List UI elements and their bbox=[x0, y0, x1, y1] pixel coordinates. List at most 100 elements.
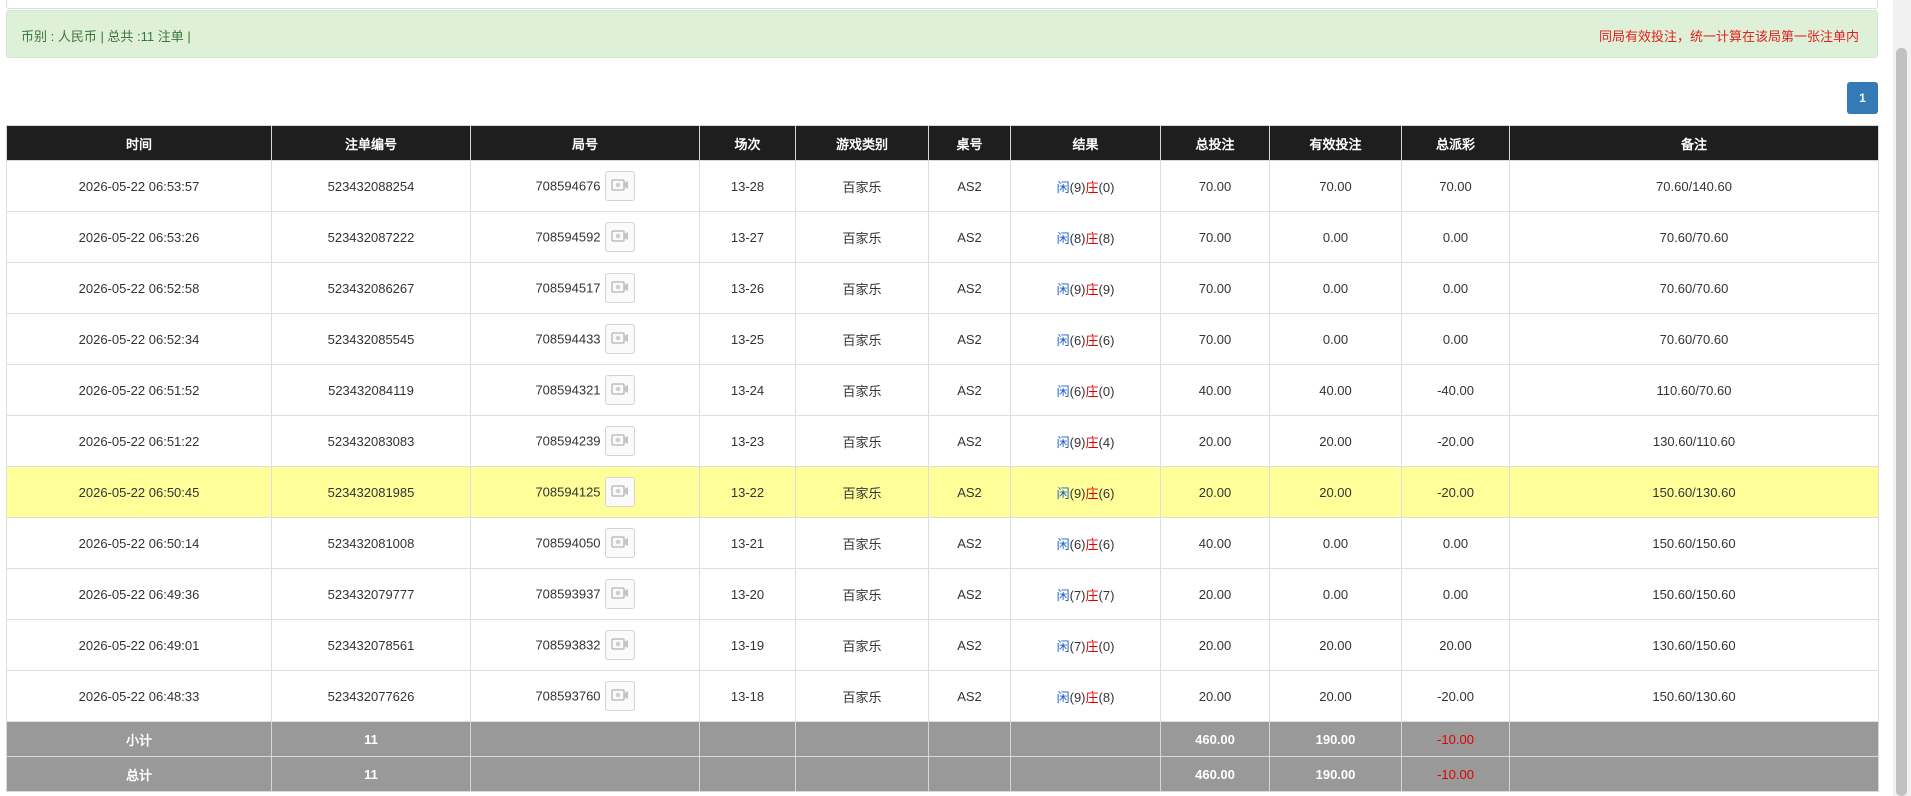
cell-note: 70.60/140.60 bbox=[1509, 160, 1879, 212]
banker-score: (8) bbox=[1098, 689, 1115, 705]
cell-game-type: 百家乐 bbox=[795, 670, 929, 722]
col-header-time: 时间 bbox=[6, 125, 272, 161]
cell-round: 708593937 bbox=[470, 568, 700, 620]
pagination-page-button[interactable]: 1 bbox=[1847, 82, 1878, 114]
replay-video-icon[interactable] bbox=[604, 579, 635, 609]
round-number: 708594592 bbox=[535, 229, 601, 245]
cell-total-bet: 20.00 bbox=[1160, 619, 1270, 671]
player-score: (9) bbox=[1069, 179, 1086, 195]
cell-total-bet: 70.00 bbox=[1160, 211, 1270, 263]
replay-video-icon[interactable] bbox=[604, 222, 635, 252]
grand-total-payout: -10.00 bbox=[1401, 756, 1510, 792]
banker-score: (6) bbox=[1098, 536, 1115, 552]
subtotal-label: 小计 bbox=[6, 721, 272, 757]
cell-result: 闲(6)庄(6) bbox=[1010, 313, 1161, 365]
round-number: 708594517 bbox=[535, 280, 601, 296]
player-score: (7) bbox=[1069, 587, 1086, 603]
table-row: 2026-05-22 06:49:01 523432078561 708593832… bbox=[6, 619, 1879, 671]
banker-label: 庄 bbox=[1085, 689, 1099, 705]
cell-round: 708594239 bbox=[470, 415, 700, 467]
cell-game-type: 百家乐 bbox=[795, 517, 929, 569]
player-score: (7) bbox=[1069, 638, 1086, 654]
banker-label: 庄 bbox=[1085, 434, 1099, 450]
cell-note: 130.60/110.60 bbox=[1509, 415, 1879, 467]
scrollbar-thumb[interactable] bbox=[1896, 48, 1907, 796]
replay-video-icon[interactable] bbox=[604, 528, 635, 558]
cell-valid-bet: 0.00 bbox=[1269, 211, 1402, 263]
cell-note: 70.60/70.60 bbox=[1509, 262, 1879, 314]
cell-table-no: AS2 bbox=[928, 517, 1011, 569]
replay-video-icon[interactable] bbox=[604, 375, 635, 405]
cell-bet-id: 523432088254 bbox=[271, 160, 471, 212]
replay-video-icon[interactable] bbox=[604, 273, 635, 303]
replay-video-icon[interactable] bbox=[604, 324, 635, 354]
cell-bet-id: 523432081008 bbox=[271, 517, 471, 569]
player-score: (9) bbox=[1069, 434, 1086, 450]
table-row: 2026-05-22 06:53:57 523432088254 708594676… bbox=[6, 160, 1879, 212]
summary-alert: 币别 : 人民币 | 总共 :11 注单 | 同局有效投注，统一计算在该局第一张… bbox=[6, 10, 1878, 58]
table-row: 2026-05-22 06:52:34 523432085545 708594433… bbox=[6, 313, 1879, 365]
round-number: 708593832 bbox=[535, 637, 601, 653]
player-label: 闲 bbox=[1056, 587, 1070, 603]
round-number: 708593937 bbox=[535, 586, 601, 602]
cell-game-type: 百家乐 bbox=[795, 211, 929, 263]
banker-score: (6) bbox=[1098, 485, 1115, 501]
cell-note: 110.60/70.60 bbox=[1509, 364, 1879, 416]
cell-payout: -40.00 bbox=[1401, 364, 1510, 416]
replay-video-icon[interactable] bbox=[604, 477, 635, 507]
cell-time: 2026-05-22 06:48:33 bbox=[6, 670, 272, 722]
empty-cell bbox=[1509, 756, 1879, 792]
cell-valid-bet: 70.00 bbox=[1269, 160, 1402, 212]
subtotal-total-bet: 460.00 bbox=[1160, 721, 1270, 757]
player-score: (9) bbox=[1069, 281, 1086, 297]
player-label: 闲 bbox=[1056, 638, 1070, 654]
cell-payout: 0.00 bbox=[1401, 517, 1510, 569]
table-row: 2026-05-22 06:51:22 523432083083 708594239… bbox=[6, 415, 1879, 467]
cell-result: 闲(7)庄(0) bbox=[1010, 619, 1161, 671]
cell-time: 2026-05-22 06:51:52 bbox=[6, 364, 272, 416]
cell-table-no: AS2 bbox=[928, 364, 1011, 416]
replay-video-icon[interactable] bbox=[604, 630, 635, 660]
cell-total-bet: 20.00 bbox=[1160, 415, 1270, 467]
banker-label: 庄 bbox=[1085, 638, 1099, 654]
empty-cell bbox=[928, 756, 1011, 792]
player-label: 闲 bbox=[1056, 485, 1070, 501]
cell-game-type: 百家乐 bbox=[795, 568, 929, 620]
replay-video-icon[interactable] bbox=[604, 171, 635, 201]
cell-session: 13-21 bbox=[699, 517, 796, 569]
vertical-scrollbar[interactable] bbox=[1893, 0, 1911, 796]
banker-score: (0) bbox=[1098, 383, 1115, 399]
cell-total-bet: 20.00 bbox=[1160, 670, 1270, 722]
cell-session: 13-20 bbox=[699, 568, 796, 620]
cell-valid-bet: 40.00 bbox=[1269, 364, 1402, 416]
cell-note: 150.60/130.60 bbox=[1509, 466, 1879, 518]
grand-total-valid-bet: 190.00 bbox=[1269, 756, 1402, 792]
cell-result: 闲(6)庄(0) bbox=[1010, 364, 1161, 416]
banker-label: 庄 bbox=[1085, 230, 1099, 246]
cell-bet-id: 523432077626 bbox=[271, 670, 471, 722]
replay-video-icon[interactable] bbox=[604, 426, 635, 456]
cell-result: 闲(9)庄(8) bbox=[1010, 670, 1161, 722]
player-score: (9) bbox=[1069, 689, 1086, 705]
cell-round: 708594125 bbox=[470, 466, 700, 518]
cell-session: 13-23 bbox=[699, 415, 796, 467]
player-label: 闲 bbox=[1056, 230, 1070, 246]
replay-video-icon[interactable] bbox=[604, 681, 635, 711]
col-header-valid-bet: 有效投注 bbox=[1269, 125, 1402, 161]
banker-label: 庄 bbox=[1085, 587, 1099, 603]
table-row: 2026-05-22 06:51:52 523432084119 708594321… bbox=[6, 364, 1879, 416]
cell-time: 2026-05-22 06:50:45 bbox=[6, 466, 272, 518]
subtotal-payout: -10.00 bbox=[1401, 721, 1510, 757]
empty-cell bbox=[795, 756, 929, 792]
cell-note: 70.60/70.60 bbox=[1509, 313, 1879, 365]
cell-note: 150.60/130.60 bbox=[1509, 670, 1879, 722]
cell-bet-id: 523432081985 bbox=[271, 466, 471, 518]
cell-valid-bet: 0.00 bbox=[1269, 517, 1402, 569]
player-score: (6) bbox=[1069, 332, 1086, 348]
cell-session: 13-28 bbox=[699, 160, 796, 212]
col-header-result: 结果 bbox=[1010, 125, 1161, 161]
col-header-round: 局号 bbox=[470, 125, 700, 161]
cell-payout: 0.00 bbox=[1401, 568, 1510, 620]
cell-table-no: AS2 bbox=[928, 466, 1011, 518]
cell-time: 2026-05-22 06:53:57 bbox=[6, 160, 272, 212]
